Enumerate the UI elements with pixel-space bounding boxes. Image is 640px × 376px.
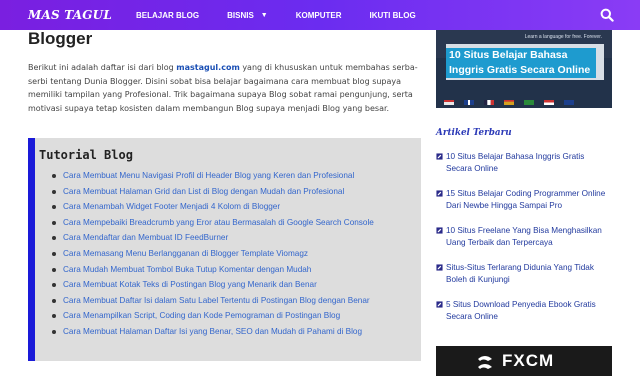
recent-article-item[interactable]: 15 Situs Belajar Coding Programmer Onlin… bbox=[436, 188, 612, 211]
recent-article-title: 5 Situs Download Penyedia Ebook Gratis S… bbox=[446, 300, 596, 321]
tutorial-link[interactable]: Cara Membuat Kotak Teks di Postingan Blo… bbox=[52, 277, 421, 293]
tutorial-title: Tutorial Blog bbox=[39, 148, 133, 162]
sidebar: Learn a language for free. Forever. 10 S… bbox=[436, 30, 612, 336]
nav-item-belajar-blog[interactable]: BELAJAR BLOG bbox=[136, 11, 199, 20]
intro-paragraph: Berikut ini adalah daftar isi dari blog … bbox=[28, 61, 423, 115]
fxcm-logo-icon bbox=[478, 356, 492, 369]
tutorial-link[interactable]: Cara Menampilkan Script, Coding dan Kode… bbox=[52, 308, 421, 324]
tutorial-link[interactable]: Cara Membuat Halaman Daftar Isi yang Ben… bbox=[52, 324, 421, 340]
tutorial-link[interactable]: Cara Mendaftar dan Membuat ID FeedBurner bbox=[52, 230, 421, 246]
recent-article-title: 15 Situs Belajar Coding Programmer Onlin… bbox=[446, 189, 606, 210]
banner-title: 10 Situs Belajar Bahasa Inggris Gratis S… bbox=[446, 48, 596, 78]
ad-banner[interactable]: FXCM bbox=[436, 346, 612, 376]
main-menu: BELAJAR BLOG BISNIS ▼ KOMPUTER IKUTI BLO… bbox=[136, 11, 444, 20]
edit-icon bbox=[436, 190, 443, 197]
recent-articles: 10 Situs Belajar Bahasa Inggris Gratis S… bbox=[436, 151, 612, 322]
intro-text-before: Berikut ini adalah daftar isi dari blog bbox=[28, 63, 177, 72]
recent-article-item[interactable]: 10 Situs Freelane Yang Bisa Menghasilkan… bbox=[436, 225, 612, 248]
blog-link[interactable]: mastagul.com bbox=[176, 63, 240, 72]
nav-item-ikuti-blog[interactable]: IKUTI BLOG bbox=[370, 11, 416, 20]
chevron-down-icon: ▼ bbox=[260, 11, 268, 19]
tutorial-link[interactable]: Cara Menambah Widget Footer Menjadi 4 Ko… bbox=[52, 199, 421, 215]
recent-article-item[interactable]: 5 Situs Download Penyedia Ebook Gratis S… bbox=[436, 299, 612, 322]
tutorial-list: Cara Membuat Menu Navigasi Profil di Hea… bbox=[52, 168, 421, 340]
site-logo[interactable]: MAS TAGUL bbox=[28, 8, 112, 22]
page-title: Blogger bbox=[28, 29, 93, 48]
flag-icon bbox=[464, 100, 474, 105]
flag-icon bbox=[504, 100, 514, 105]
featured-banner[interactable]: Learn a language for free. Forever. 10 S… bbox=[436, 30, 612, 108]
tutorial-box: Tutorial Blog Cara Membuat Menu Navigasi… bbox=[28, 138, 421, 361]
tutorial-link[interactable]: Cara Membuat Daftar Isi dalam Satu Label… bbox=[52, 293, 421, 309]
recent-article-item[interactable]: Situs-Situs Terlarang Didunia Yang Tidak… bbox=[436, 262, 612, 285]
tutorial-link[interactable]: Cara Membuat Menu Navigasi Profil di Hea… bbox=[52, 168, 421, 184]
ad-text: FXCM bbox=[502, 351, 555, 370]
edit-icon bbox=[436, 264, 443, 271]
nav-item-label: BISNIS bbox=[227, 10, 254, 20]
tutorial-link[interactable]: Cara Membuat Halaman Grid dan List di Bl… bbox=[52, 184, 421, 200]
main-content: Blogger Berikut ini adalah daftar isi da… bbox=[28, 29, 426, 361]
nav-item-label: KOMPUTER bbox=[295, 10, 342, 20]
flag-icon bbox=[444, 100, 454, 105]
recent-article-title: Situs-Situs Terlarang Didunia Yang Tidak… bbox=[446, 263, 594, 284]
flag-icon bbox=[484, 100, 494, 105]
recent-article-title: 10 Situs Belajar Bahasa Inggris Gratis S… bbox=[446, 152, 585, 173]
edit-icon bbox=[436, 301, 443, 308]
section-title-artikel-terbaru: Artikel Terbaru bbox=[436, 128, 512, 138]
search-icon[interactable] bbox=[600, 8, 614, 22]
banner-title-text: 10 Situs Belajar Bahasa Inggris Gratis S… bbox=[449, 49, 591, 76]
nav-item-label: BELAJAR BLOG bbox=[135, 10, 200, 20]
banner-tagline: Learn a language for free. Forever. bbox=[524, 34, 602, 40]
flag-row bbox=[444, 100, 574, 105]
top-navbar: MAS TAGUL BELAJAR BLOG BISNIS ▼ KOMPUTER… bbox=[0, 0, 640, 30]
edit-icon bbox=[436, 153, 443, 160]
tutorial-link[interactable]: Cara Mudah Membuat Tombol Buka Tutup Kom… bbox=[52, 262, 421, 278]
nav-item-bisnis[interactable]: BISNIS ▼ bbox=[227, 11, 268, 20]
nav-item-komputer[interactable]: KOMPUTER bbox=[296, 11, 342, 20]
nav-item-label: IKUTI BLOG bbox=[369, 10, 416, 20]
recent-article-title: 10 Situs Freelane Yang Bisa Menghasilkan… bbox=[446, 226, 602, 247]
recent-article-item[interactable]: 10 Situs Belajar Bahasa Inggris Gratis S… bbox=[436, 151, 612, 174]
flag-icon bbox=[524, 100, 534, 105]
edit-icon bbox=[436, 227, 443, 234]
tutorial-link[interactable]: Cara Mempebaiki Breadcrumb yang Eror ata… bbox=[52, 215, 421, 231]
flag-icon bbox=[544, 100, 554, 105]
tutorial-link[interactable]: Cara Memasang Menu Berlangganan di Blogg… bbox=[52, 246, 421, 262]
flag-icon bbox=[564, 100, 574, 105]
